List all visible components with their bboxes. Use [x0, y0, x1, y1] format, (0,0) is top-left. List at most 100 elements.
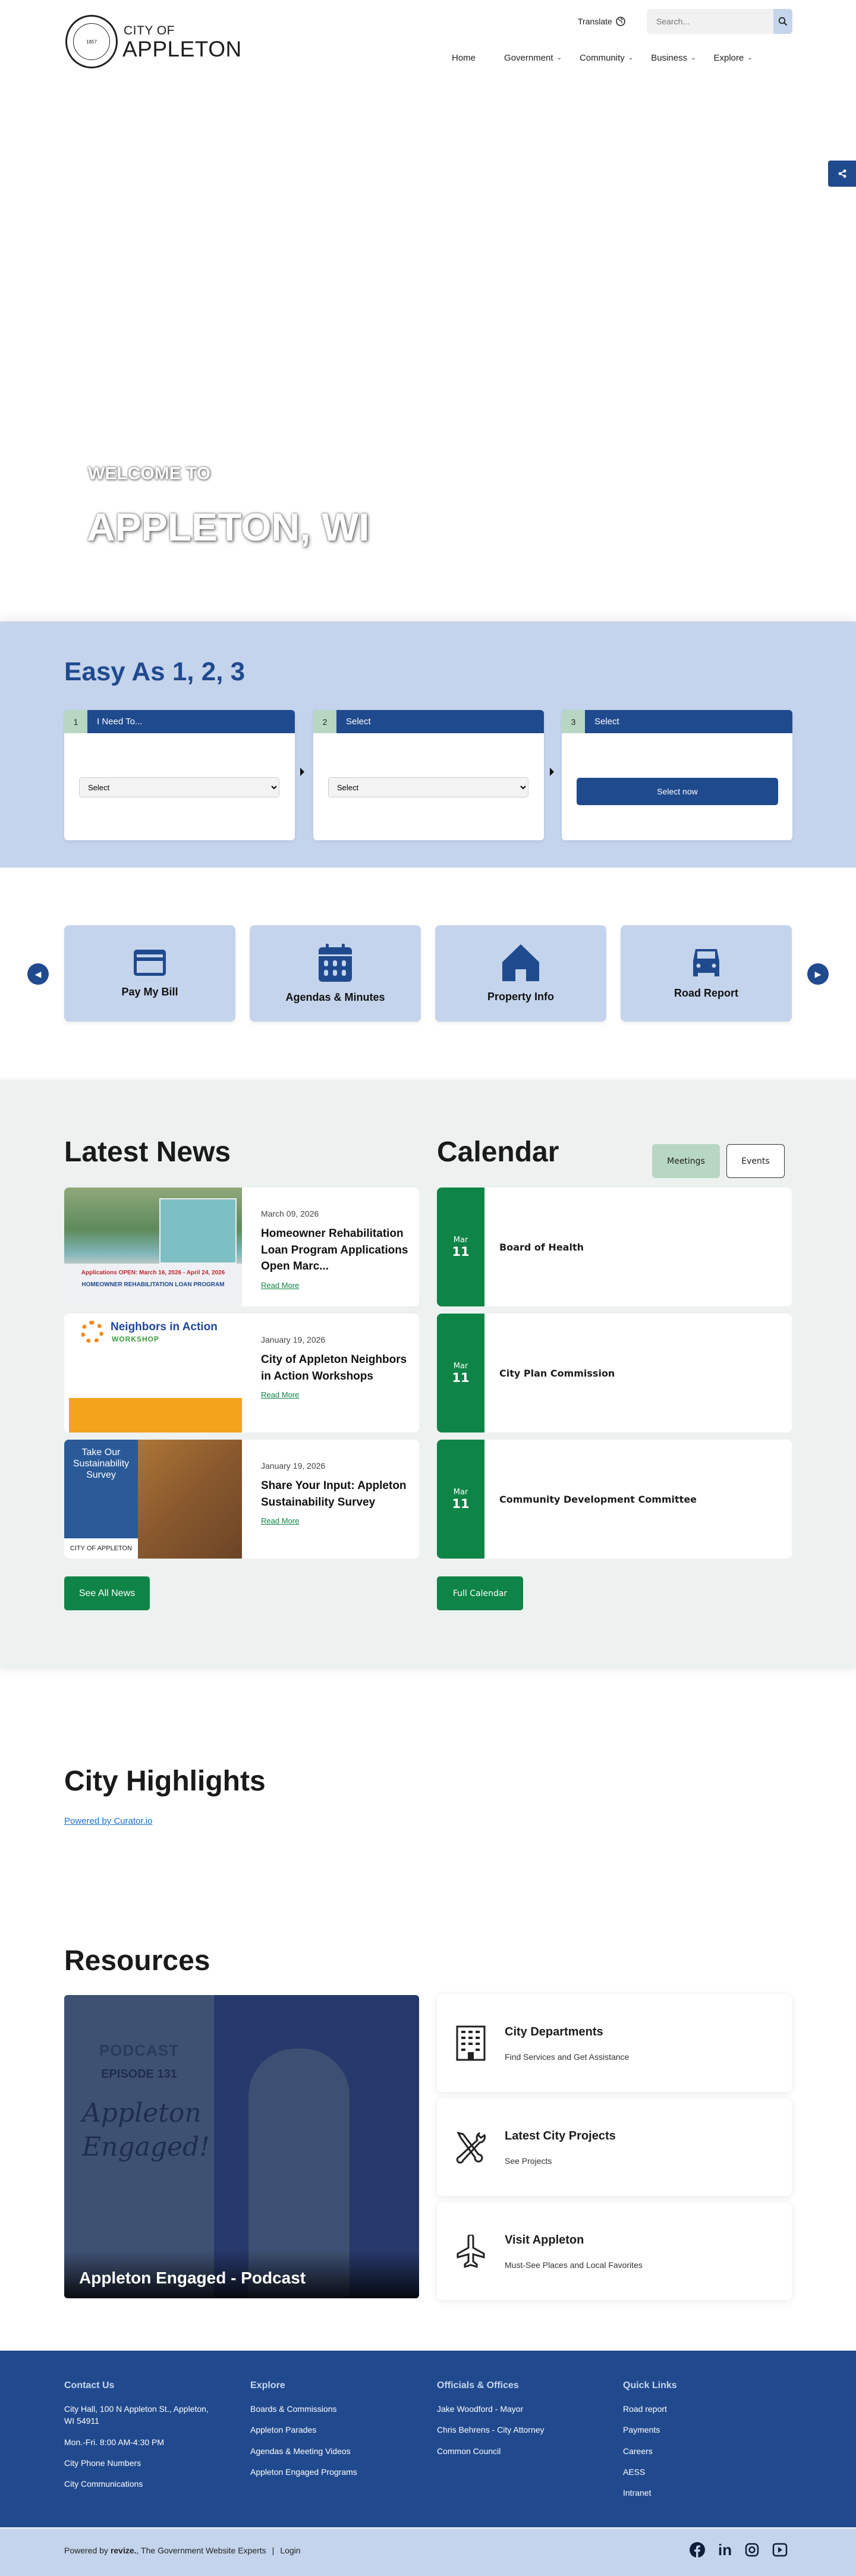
resource-city-departments[interactable]: City Departments Find Services and Get As…: [437, 1994, 792, 2092]
resource-title: Latest City Projects: [505, 2129, 616, 2143]
login-link[interactable]: Login: [280, 2546, 300, 2555]
full-calendar-button[interactable]: Full Calendar: [437, 1576, 523, 1610]
see-all-news-button[interactable]: See All News: [64, 1576, 150, 1610]
step-2-select[interactable]: Select: [328, 777, 528, 797]
footer-link[interactable]: City Phone Numbers: [64, 2457, 219, 2469]
tab-events[interactable]: Events: [726, 1144, 785, 1178]
footer-link[interactable]: Common Council: [437, 2445, 545, 2457]
quick-link-label: Agendas & Minutes: [285, 991, 385, 1003]
search-bar: [647, 9, 792, 34]
footer-heading: Explore: [250, 2380, 285, 2390]
search-input[interactable]: [647, 9, 773, 34]
logo-line-1[interactable]: CITY OF: [124, 24, 175, 38]
image-text: PODCAST: [99, 2041, 180, 2059]
step-label: I Need To...: [97, 717, 143, 727]
resource-subtitle: See Projects: [505, 2156, 552, 2166]
house-photo: [159, 1198, 237, 1264]
bottom-bar: Powered by revize., The Government Websi…: [0, 2527, 856, 2576]
footer-link[interactable]: City Communications: [64, 2478, 219, 2490]
nav-home[interactable]: Home: [443, 48, 484, 68]
calendar-item[interactable]: Mar 11 City Plan Commission: [437, 1314, 792, 1432]
footer: Contact Us City Hall, 100 N Appleton St.…: [0, 2351, 856, 2527]
event-name: Community Development Committee: [499, 1493, 697, 1505]
news-item: Applications OPEN: March 16, 2026 - Apri…: [64, 1188, 419, 1306]
carousel-next-button[interactable]: ▶: [807, 963, 829, 985]
step-label: Select: [594, 717, 619, 727]
translate-button[interactable]: Translate: [578, 17, 625, 26]
footer-link[interactable]: Agendas & Meeting Videos: [250, 2445, 357, 2457]
news-image[interactable]: Take Our Sustainability Survey CITY OF A…: [64, 1440, 242, 1559]
news-date: March 09, 2026: [261, 1209, 319, 1218]
nav-explore[interactable]: Explore ⌄: [704, 48, 761, 68]
read-more-link[interactable]: Read More: [261, 1516, 299, 1525]
calendar-item[interactable]: Mar 11 Community Development Committee: [437, 1440, 792, 1559]
house-icon: [502, 944, 539, 981]
share-icon: [838, 169, 846, 178]
chevron-down-icon: ⌄: [556, 54, 562, 61]
nav-label: Community: [579, 52, 625, 63]
footer-quick-links: Quick Links Road report Payments Careers…: [623, 2380, 677, 2508]
news-image[interactable]: Applications OPEN: March 16, 2026 - Apri…: [64, 1188, 242, 1306]
curator-link[interactable]: Powered by Curator.io: [64, 1816, 152, 1826]
instagram-icon[interactable]: [745, 2543, 759, 2557]
linkedin-icon[interactable]: in: [718, 2542, 732, 2558]
image-caption: Neighbors in Action: [111, 1321, 218, 1333]
image-caption: Take Our Sustainability Survey: [64, 1440, 138, 1538]
footer-address: City Hall, 100 N Appleton St., Appleton,…: [64, 2404, 209, 2426]
quick-link-label: Road Report: [674, 987, 738, 999]
podcast-feature[interactable]: PODCAST EPISODE 131 Appleton Engaged! Ap…: [64, 1995, 419, 2298]
calendar-item[interactable]: Mar 11 Board of Health: [437, 1188, 792, 1306]
quick-link-agendas[interactable]: Agendas & Minutes: [250, 925, 421, 1022]
quick-link-label: Pay My Bill: [121, 985, 178, 998]
carousel-prev-button[interactable]: ◀: [27, 963, 49, 985]
chevron-down-icon: ⌄: [628, 54, 634, 61]
logo-line-2[interactable]: APPLETON: [122, 37, 242, 62]
tab-label: Events: [741, 1156, 770, 1166]
news-image[interactable]: Neighbors in Action WORKSHOP: [64, 1314, 242, 1432]
city-seal-logo[interactable]: 1857: [65, 15, 118, 68]
event-name: City Plan Commission: [499, 1367, 615, 1379]
news-title-link[interactable]: City of Appleton Neighbors in Action Wor…: [261, 1352, 408, 1384]
read-more-link[interactable]: Read More: [261, 1281, 299, 1290]
nav-government[interactable]: Government ⌄: [495, 48, 571, 68]
nav-business[interactable]: Business ⌄: [642, 48, 704, 68]
facebook-icon[interactable]: [690, 2542, 705, 2558]
footer-link[interactable]: Road report: [623, 2403, 677, 2415]
select-now-button[interactable]: Select now: [577, 778, 778, 805]
revize-link[interactable]: revize.: [111, 2546, 137, 2555]
youtube-icon[interactable]: [772, 2543, 788, 2557]
hero-welcome: WELCOME TO: [88, 464, 211, 483]
footer-explore: Explore Boards & Commissions Appleton Pa…: [250, 2380, 357, 2487]
share-button[interactable]: [828, 161, 856, 187]
news-title-link[interactable]: Homeowner Rehabilitation Loan Program Ap…: [261, 1226, 408, 1275]
footer-contact: Contact Us City Hall, 100 N Appleton St.…: [64, 2380, 219, 2499]
nav-community[interactable]: Community ⌄: [571, 48, 642, 68]
quick-link-road-report[interactable]: Road Report: [621, 925, 792, 1022]
step-number: 2: [313, 710, 336, 733]
tab-meetings[interactable]: Meetings: [652, 1144, 720, 1178]
footer-link[interactable]: Appleton Parades: [250, 2424, 357, 2436]
powered-suffix: , The Government Website Experts: [136, 2546, 266, 2555]
footer-link[interactable]: AESS: [623, 2466, 677, 2478]
quick-link-pay-my-bill[interactable]: Pay My Bill: [64, 925, 235, 1022]
resources-title: Resources: [64, 1945, 210, 1977]
resource-city-projects[interactable]: Latest City Projects See Projects: [437, 2099, 792, 2196]
news-title-link[interactable]: Share Your Input: Appleton Sustainabilit…: [261, 1478, 408, 1510]
quick-link-property-info[interactable]: Property Info: [435, 925, 606, 1022]
step-number: 1: [64, 710, 87, 733]
footer-link[interactable]: Payments: [623, 2424, 677, 2436]
read-more-link[interactable]: Read More: [261, 1390, 299, 1399]
search-button[interactable]: [773, 9, 792, 34]
event-month: Mar: [453, 1361, 468, 1371]
resource-visit-appleton[interactable]: Visit Appleton Must-See Places and Local …: [437, 2203, 792, 2300]
footer-link[interactable]: Intranet: [623, 2487, 677, 2499]
footer-link[interactable]: Chris Behrens - City Attorney: [437, 2424, 545, 2436]
news-title: Latest News: [64, 1136, 231, 1168]
easy-as-123-section: Easy As 1, 2, 3 1 I Need To... Select 2 Se…: [0, 621, 856, 868]
nav-label: Explore: [713, 52, 744, 63]
footer-link[interactable]: Jake Woodford - Mayor: [437, 2403, 545, 2415]
step-1-select[interactable]: Select: [79, 777, 279, 797]
footer-link[interactable]: Boards & Commissions: [250, 2403, 357, 2415]
footer-link[interactable]: Careers: [623, 2445, 677, 2457]
footer-link[interactable]: Appleton Engaged Programs: [250, 2466, 357, 2478]
